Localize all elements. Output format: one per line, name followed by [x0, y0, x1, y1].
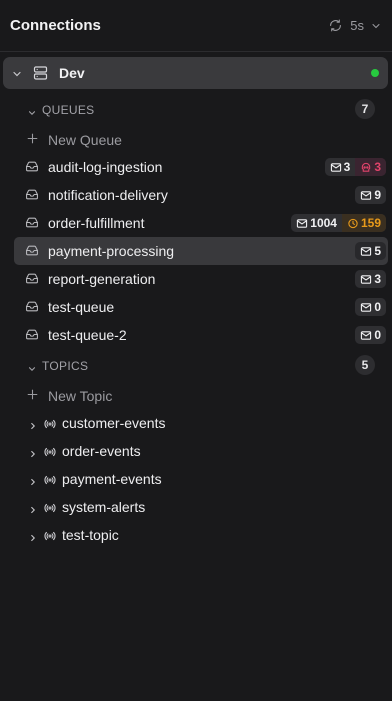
queue-name: report-generation	[48, 271, 156, 287]
queue-name: test-queue-2	[48, 327, 127, 343]
inbox-icon	[25, 188, 39, 206]
chevron-right-icon[interactable]	[28, 446, 38, 464]
queue-badges: 5	[355, 242, 386, 260]
message-count-badge: 5	[355, 242, 386, 260]
server-icon	[32, 65, 49, 86]
plus-icon	[26, 388, 39, 404]
queue-badges: 0	[355, 298, 386, 316]
chevron-right-icon[interactable]	[28, 530, 38, 548]
mail-icon	[360, 190, 374, 201]
topic-item[interactable]: order-events	[0, 437, 392, 465]
queue-badges: 33	[324, 158, 386, 176]
new-topic-label: New Topic	[48, 388, 113, 404]
mail-icon	[360, 330, 374, 341]
queue-name: notification-delivery	[48, 187, 168, 203]
connection-dev[interactable]: Dev	[3, 57, 388, 89]
chevron-down-icon[interactable]	[370, 20, 382, 32]
broadcast-icon	[43, 445, 57, 463]
connection-status-dot	[371, 69, 379, 77]
clock-icon	[347, 218, 361, 229]
topic-name: test-topic	[62, 527, 119, 543]
inbox-icon	[25, 328, 39, 346]
topics-section-label: TOPICS	[42, 359, 89, 373]
chevron-right-icon[interactable]	[28, 502, 38, 520]
plus-icon	[26, 132, 39, 148]
queue-name: order-fulfillment	[48, 215, 145, 231]
queue-item[interactable]: notification-delivery 9	[14, 181, 388, 209]
topic-name: customer-events	[62, 415, 166, 431]
message-count-badge: 0	[355, 298, 386, 316]
broadcast-icon	[43, 529, 57, 547]
queue-item[interactable]: order-fulfillment 1004 159	[14, 209, 388, 237]
message-count-badge: 9	[355, 186, 386, 204]
topic-item[interactable]: customer-events	[0, 409, 392, 437]
new-queue-button[interactable]: New Queue	[0, 125, 392, 153]
message-count-badge: 0	[355, 326, 386, 344]
topic-item[interactable]: payment-events	[0, 465, 392, 493]
queues-section-label: QUEUES	[42, 103, 95, 117]
queue-item[interactable]: test-queue-2 0	[14, 321, 388, 349]
topic-name: order-events	[62, 443, 141, 459]
topic-name: payment-events	[62, 471, 162, 487]
delayed-count-badge: 159	[341, 214, 386, 232]
queue-badges: 9	[355, 186, 386, 204]
chevron-right-icon[interactable]	[28, 474, 38, 492]
message-count-badge: 3	[355, 270, 386, 288]
inbox-icon	[25, 160, 39, 178]
inbox-icon	[25, 216, 39, 234]
broadcast-icon	[43, 417, 57, 435]
new-queue-label: New Queue	[48, 132, 122, 148]
topics-count-badge: 5	[355, 355, 375, 375]
topic-name: system-alerts	[62, 499, 146, 515]
queue-item[interactable]: test-queue 0	[14, 293, 388, 321]
mail-icon	[330, 162, 344, 173]
chevron-down-icon[interactable]	[11, 67, 23, 85]
chevron-down-icon[interactable]	[27, 361, 37, 379]
queue-name: test-queue	[48, 299, 115, 315]
queue-item[interactable]: report-generation 3	[14, 265, 388, 293]
refresh-icon[interactable]	[329, 19, 342, 32]
broadcast-icon	[43, 473, 57, 491]
topic-item[interactable]: test-topic	[0, 521, 392, 549]
queue-name: audit-log-ingestion	[48, 159, 163, 175]
mail-icon	[360, 302, 374, 313]
auto-refresh-control[interactable]: 5s	[329, 18, 382, 33]
chevron-right-icon[interactable]	[28, 418, 38, 436]
new-topic-button[interactable]: New Topic	[0, 381, 392, 409]
broadcast-icon	[43, 501, 57, 519]
connection-name: Dev	[59, 65, 85, 81]
inbox-icon	[25, 300, 39, 318]
queues-section-header[interactable]: QUEUES 7	[0, 95, 392, 123]
queue-badges: 0	[355, 326, 386, 344]
refresh-interval-value[interactable]: 5s	[350, 18, 364, 33]
topics-section-header[interactable]: TOPICS 5	[0, 351, 392, 379]
panel-title: Connections	[10, 17, 101, 34]
queue-badges: 1004 159	[291, 214, 386, 232]
inbox-icon	[25, 272, 39, 290]
chevron-down-icon[interactable]	[27, 105, 37, 123]
queue-name: payment-processing	[48, 243, 175, 259]
skull-icon	[360, 162, 374, 173]
queue-item[interactable]: payment-processing 5	[14, 237, 388, 265]
dead-letter-count-badge: 3	[355, 158, 386, 176]
connections-header: Connections 5s	[0, 0, 392, 52]
topic-item[interactable]: system-alerts	[0, 493, 392, 521]
mail-icon	[360, 246, 374, 257]
message-count-badge: 1004	[291, 214, 342, 232]
queues-count-badge: 7	[355, 99, 375, 119]
queue-item[interactable]: audit-log-ingestion 3 3	[14, 153, 388, 181]
queue-badges: 3	[355, 270, 386, 288]
mail-icon	[296, 218, 310, 229]
inbox-icon	[25, 244, 39, 262]
mail-icon	[360, 274, 374, 285]
message-count-badge: 3	[325, 158, 356, 176]
